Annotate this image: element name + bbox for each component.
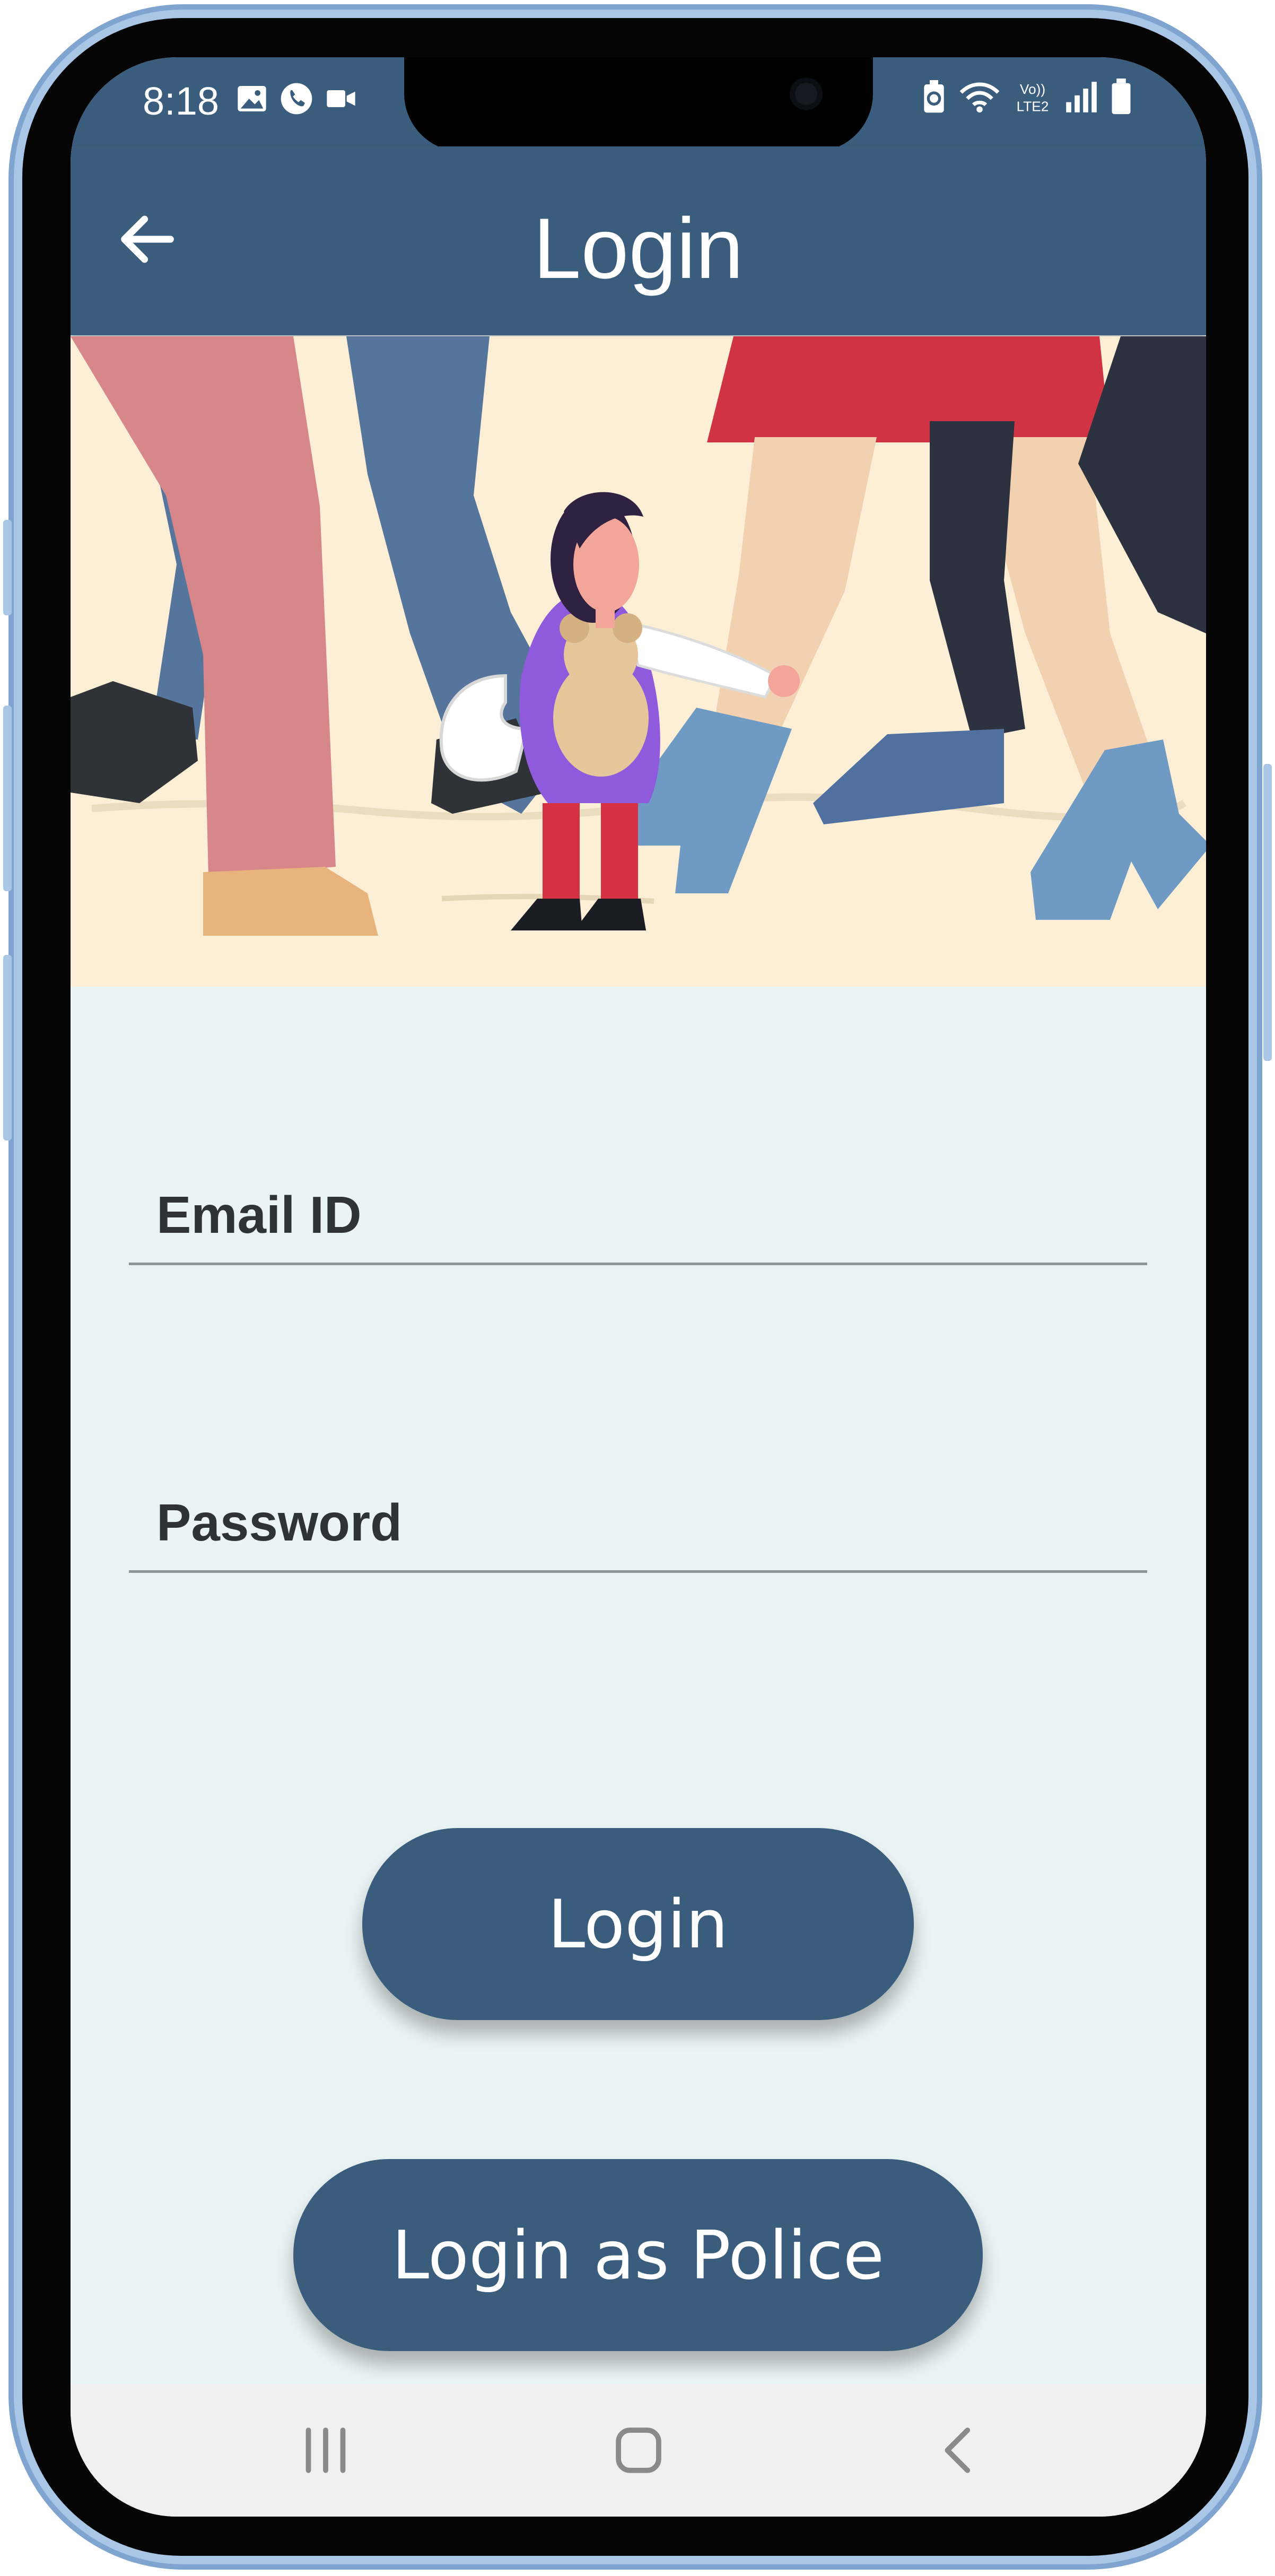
- email-label: Email ID: [156, 1186, 362, 1244]
- navigation-bar: [71, 2384, 1206, 2517]
- video-icon: [327, 90, 355, 107]
- signal-icon: [1066, 82, 1097, 112]
- phone-icon: [281, 83, 312, 115]
- home-icon[interactable]: [604, 2416, 673, 2485]
- login-as-police-button[interactable]: Login as Police: [293, 2159, 983, 2351]
- status-bar: 8:18 Vo)) LTE2: [71, 57, 1206, 152]
- phone-side-button: [3, 520, 12, 615]
- hero-illustration: [71, 336, 1206, 987]
- phone-side-button: [1263, 764, 1272, 1061]
- child-among-crowd-illustration: [71, 336, 1206, 936]
- phone-screen: 8:18 Vo)) LTE2 Login Email ID Password L…: [71, 57, 1206, 2517]
- password-field[interactable]: Password: [129, 1459, 1147, 1573]
- battery-icon: [1112, 79, 1131, 115]
- phone-side-button: [3, 706, 12, 891]
- app-bar: Login: [71, 146, 1206, 335]
- status-time: 8:18: [143, 79, 220, 123]
- front-camera: [790, 77, 823, 110]
- email-field[interactable]: Email ID: [129, 1151, 1147, 1265]
- camera-notch: [404, 57, 873, 152]
- battery-saver-icon: [924, 80, 944, 113]
- recents-icon[interactable]: [291, 2416, 360, 2485]
- svg-text:Vo)): Vo)): [1020, 81, 1045, 97]
- login-button[interactable]: Login: [362, 1828, 914, 2020]
- wifi-icon: [959, 82, 1000, 113]
- phone-side-button: [3, 955, 12, 1141]
- volte-icon: Vo))LTE2: [1017, 81, 1049, 114]
- svg-text:LTE2: LTE2: [1017, 98, 1049, 114]
- password-label: Password: [156, 1493, 402, 1552]
- back-icon[interactable]: [924, 2416, 993, 2485]
- page-title: Login: [533, 201, 744, 297]
- image-icon: [238, 86, 266, 111]
